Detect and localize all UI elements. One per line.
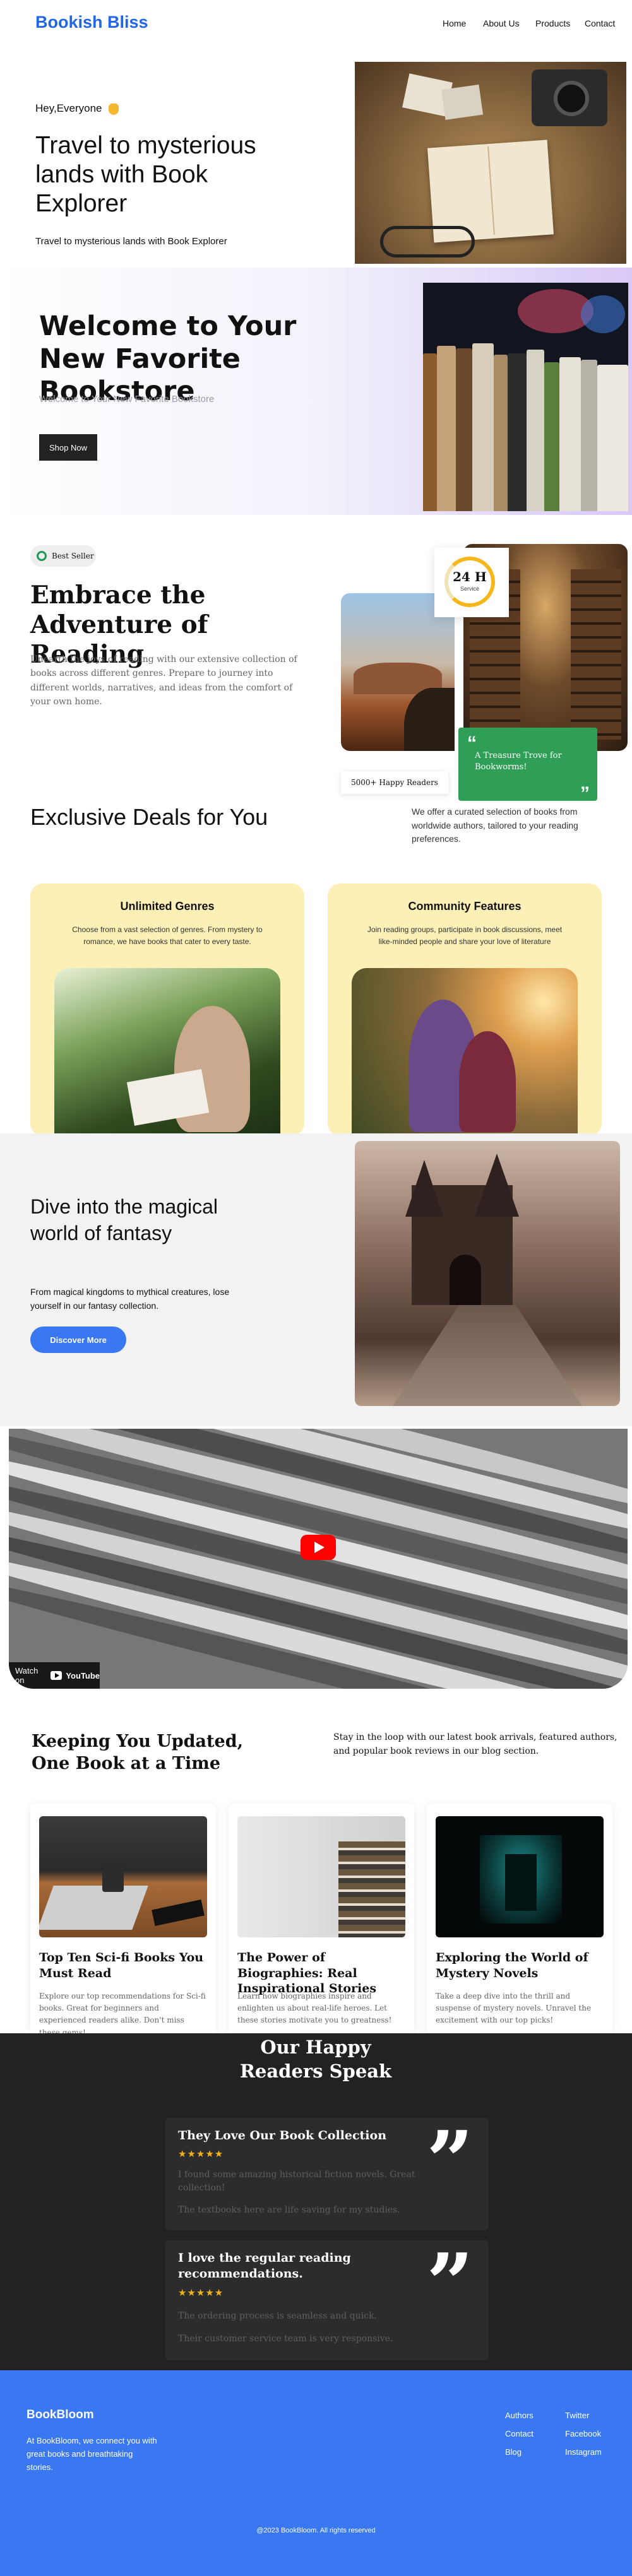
deal-card-title: Community Features <box>408 900 522 913</box>
castle-image <box>355 1141 620 1406</box>
footer-link-facebook[interactable]: Facebook <box>565 2429 601 2438</box>
star-rating-icon: ★★★★★ <box>178 2288 224 2298</box>
rating-label: Service <box>460 586 479 592</box>
rating-value: 24 H <box>453 569 487 584</box>
welcome-subtitle: Welcome to Your New Favorite Bookstore <box>39 394 215 405</box>
blog-intro: Stay in the loop with our latest book ar… <box>333 1732 617 1757</box>
testimonial-line: The ordering process is seamless and qui… <box>178 2311 377 2321</box>
testimonial-line: I found some amazing historical fiction … <box>178 2170 415 2193</box>
testimonial-card: I love the regular reading recommendatio… <box>165 2240 489 2360</box>
youtube-label: YouTube <box>66 1670 100 1681</box>
service-rating-card: 24 H Service <box>434 548 509 617</box>
treasure-quote-text: A Treasure Trove for Bookworms! <box>475 751 562 772</box>
footer-link-instagram[interactable]: Instagram <box>565 2447 602 2457</box>
watch-on-youtube-link[interactable]: Watch on YouTube <box>9 1662 100 1689</box>
video-embed[interactable]: Watch on YouTube <box>9 1429 628 1689</box>
blog-card-text: Take a deep dive into the thrill and sus… <box>436 1992 592 2025</box>
testimonials-section: Our Happy Readers Speak They Love Our Bo… <box>0 2033 632 2370</box>
testimonial-title: They Love Our Book Collection <box>178 2129 387 2142</box>
nav-link-home[interactable]: Home <box>443 18 466 28</box>
close-quote-icon: ” <box>580 783 590 804</box>
shop-now-button[interactable]: Shop Now <box>39 434 97 461</box>
laptop-desk-image <box>39 1816 207 1937</box>
hero-greeting: Hey,Everyone <box>35 102 119 115</box>
nav-link-about[interactable]: About Us <box>483 18 520 28</box>
hero-title: Travel to mysterious lands with Book Exp… <box>35 132 256 218</box>
happy-readers-badge: 5000+ Happy Readers <box>341 771 448 794</box>
youtube-icon <box>50 1671 63 1680</box>
fantasy-text: From magical kingdoms to mythical creatu… <box>30 1287 230 1311</box>
testimonial-title: I love the regular reading recommendatio… <box>178 2251 351 2281</box>
award-icon <box>37 551 47 561</box>
testimonial-line: Their customer service team is very resp… <box>178 2334 393 2344</box>
hero-greeting-text: Hey,Everyone <box>35 102 102 114</box>
footer-description: At BookBloom, we connect you with great … <box>27 2436 157 2472</box>
testimonial-line: The textbooks here are life saving for m… <box>178 2205 400 2215</box>
watch-on-label: Watch on <box>15 1666 39 1685</box>
footer-link-contact[interactable]: Contact <box>505 2429 534 2438</box>
footer-link-blog[interactable]: Blog <box>505 2447 522 2457</box>
welcome-section: Welcome to Your New Favorite Bookstore W… <box>0 268 632 515</box>
copyright: @2023 BookBloom. All rights reserved <box>256 2527 376 2534</box>
play-button-icon[interactable] <box>301 1535 336 1560</box>
hero-subtitle: Travel to mysterious lands with Book Exp… <box>35 236 227 247</box>
quote-icon: ” <box>426 2113 474 2209</box>
book-stack-image <box>237 1816 405 1937</box>
blog-card-mystery[interactable]: Exploring the World of Mystery Novels Ta… <box>427 1804 612 2035</box>
top-nav: Bookish Bliss Home About Us Products Con… <box>0 0 632 45</box>
blog-card-text: Learn how biographies inspire and enligh… <box>237 1992 392 2025</box>
bookshelf-image <box>423 283 628 511</box>
deals-title: Exclusive Deals for You <box>30 804 268 830</box>
deal-card-community: Community Features Join reading groups, … <box>328 883 602 1136</box>
deal-card-text: Join reading groups, participate in book… <box>367 925 563 947</box>
deal-card-title: Unlimited Genres <box>120 900 215 913</box>
blog-card-title[interactable]: Top Ten Sci-fi Books You Must Read <box>39 1950 207 1981</box>
blog-card-text: Explore our top recommendations for Sci-… <box>39 1992 206 2035</box>
treasure-quote-card: “ A Treasure Trove for Bookworms! ” <box>458 728 597 804</box>
blog-card-scifi[interactable]: Top Ten Sci-fi Books You Must Read Explo… <box>30 1804 216 2035</box>
testimonials-title: Our Happy Readers Speak <box>239 2036 392 2082</box>
blog-card-biographies[interactable]: The Power of Biographies: Real Inspirati… <box>229 1804 414 2035</box>
embrace-text: Unearth the joys of reading with our ext… <box>30 654 297 707</box>
best-seller-badge: Best Seller <box>30 545 96 567</box>
deal-card-text: Choose from a vast selection of genres. … <box>72 925 263 947</box>
mother-child-reading-image <box>352 968 578 1136</box>
blog-card-title[interactable]: Exploring the World of Mystery Novels <box>436 1950 604 1981</box>
fantasy-title: Dive into the magical world of fantasy <box>30 1195 218 1244</box>
blog-card-title[interactable]: The Power of Biographies: Real Inspirati… <box>237 1950 405 1997</box>
discover-more-button[interactable]: Discover More <box>30 1326 126 1353</box>
nav-link-contact[interactable]: Contact <box>585 18 615 28</box>
footer-link-twitter[interactable]: Twitter <box>565 2411 589 2420</box>
waving-hand-icon <box>109 103 119 115</box>
testimonial-card: They Love Our Book Collection ★★★★★ I fo… <box>165 2118 489 2230</box>
reading-outdoors-image <box>54 968 280 1136</box>
fantasy-section: Dive into the magical world of fantasy F… <box>0 1133 632 1426</box>
footer-link-authors[interactable]: Authors <box>505 2411 534 2420</box>
dark-corridor-image <box>436 1816 604 1937</box>
footer-brand[interactable]: BookBloom <box>27 2408 94 2422</box>
deals-text: We offer a curated selection of books fr… <box>412 806 578 844</box>
brand-logo[interactable]: Bookish Bliss <box>35 13 148 32</box>
nav-link-products[interactable]: Products <box>535 18 570 28</box>
best-seller-label: Best Seller <box>52 552 94 560</box>
star-rating-icon: ★★★★★ <box>178 2149 224 2159</box>
footer: BookBloom At BookBloom, we connect you w… <box>0 2370 632 2576</box>
hero-travel-image <box>355 62 626 264</box>
deal-card-genres: Unlimited Genres Choose from a vast sele… <box>30 883 304 1136</box>
blog-title: Keeping You Updated, One Book at a Time <box>32 1732 243 1774</box>
quote-icon: ” <box>426 2235 474 2332</box>
